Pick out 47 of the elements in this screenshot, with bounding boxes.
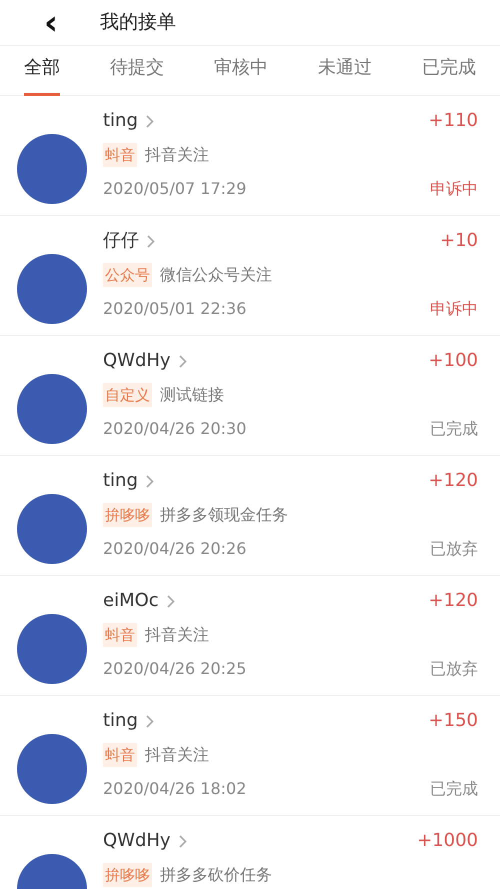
reward-amount: +1000	[417, 829, 478, 853]
platform-tag: 自定义	[103, 383, 152, 407]
tab[interactable]: 审核中	[214, 46, 268, 96]
reward-amount: +120	[428, 469, 478, 493]
platform-tag: 蚪音	[103, 623, 137, 647]
reward-amount: +110	[428, 109, 478, 133]
tab[interactable]: 全部	[24, 46, 60, 96]
reward-amount: +120	[428, 589, 478, 613]
task-name: 抖音关注	[145, 144, 209, 166]
task-name: 微信公众号关注	[160, 264, 272, 286]
user-name: ting	[103, 109, 138, 133]
platform-tag: 拚哆哆	[103, 503, 152, 527]
task-name: 抖音关注	[145, 744, 209, 766]
reward-amount: +150	[428, 709, 478, 733]
user-name: QWdHy	[103, 829, 171, 853]
order-status: 已完成	[430, 778, 478, 800]
platform-tag: 蚪音	[103, 743, 137, 767]
tab[interactable]: 未通过	[318, 46, 372, 96]
task-name: 拼多多领现金任务	[160, 504, 288, 526]
tab[interactable]: 已完成	[422, 46, 476, 96]
user-name: eiMOc	[103, 589, 159, 613]
task-name: 测试链接	[160, 384, 224, 406]
order-status: 已放弃	[430, 658, 478, 680]
order-time: 2020/04/26 18:02	[103, 778, 246, 800]
order-time: 2020/05/01 22:36	[103, 298, 246, 320]
back-button[interactable]: ‹	[0, 4, 80, 40]
user-name: ting	[103, 469, 138, 493]
page-title: 我的接单	[100, 10, 176, 36]
order-status: 申诉中	[430, 298, 478, 320]
user-name: ting	[103, 709, 138, 733]
reward-amount: +100	[428, 349, 478, 373]
order-time: 2020/04/26 20:30	[103, 418, 246, 440]
order-status: 申诉中	[430, 178, 478, 200]
reward-amount: +10	[440, 229, 478, 253]
order-status: 已完成	[430, 418, 478, 440]
task-name: 拼多多砍价任务	[160, 864, 272, 886]
order-time: 2020/04/26 20:26	[103, 538, 246, 560]
platform-tag: 拚哆哆	[103, 863, 152, 887]
order-time: 2020/05/07 17:29	[103, 178, 246, 200]
user-name: 仔仔	[103, 229, 139, 253]
platform-tag: 蚪音	[103, 143, 137, 167]
user-name: QWdHy	[103, 349, 171, 373]
order-time: 2020/04/26 20:25	[103, 658, 246, 680]
task-name: 抖音关注	[145, 624, 209, 646]
order-status: 已放弃	[430, 538, 478, 560]
tab[interactable]: 待提交	[110, 46, 164, 96]
platform-tag: 公众号	[103, 263, 152, 287]
